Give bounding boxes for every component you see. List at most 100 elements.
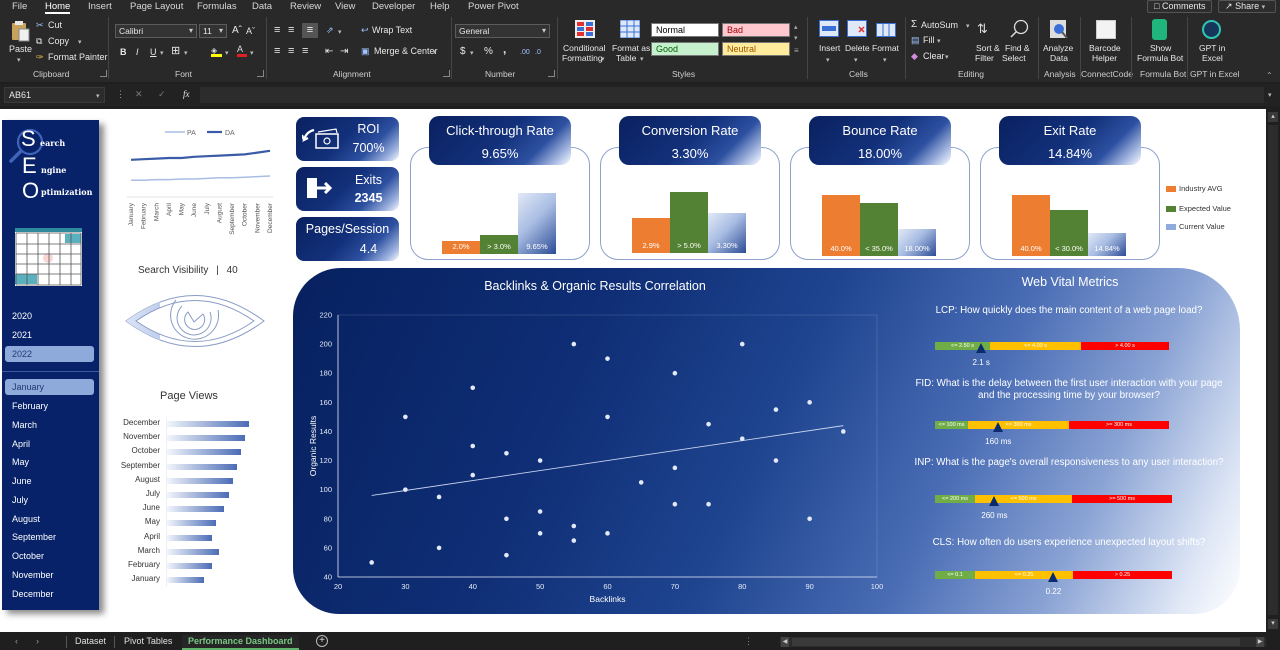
formula-input[interactable] [200,87,1264,103]
delete-cells-button[interactable]: Delete ▾ [843,19,871,67]
styles-scroll-up-icon[interactable]: ▴ [794,22,798,33]
tab-help[interactable]: Help [430,1,450,12]
horizontal-scroll-thumb[interactable] [792,638,1240,646]
align-middle-icon[interactable]: ≡ [288,25,294,36]
bold-button[interactable]: B [120,47,127,58]
tab-insert[interactable]: Insert [88,1,112,12]
scroll-up-icon[interactable]: ▴ [1268,112,1278,122]
collapse-ribbon-icon[interactable]: ⌃ [1266,70,1273,81]
gpt-in-excel-button[interactable]: GPT in Excel [1190,19,1234,67]
tab-view[interactable]: View [335,1,355,12]
year-item-2022[interactable]: 2022 [5,345,94,362]
decrease-indent-icon[interactable]: ⇤ [325,46,333,57]
tab-file[interactable]: File [12,1,27,12]
fill-color-icon[interactable]: ◈ [211,46,222,57]
dialog-launcher-icon[interactable] [443,70,450,77]
format-painter-button[interactable]: ✑ Format Painter [36,52,108,64]
orientation-icon[interactable]: ⇗ [326,25,334,36]
year-item-2020[interactable]: 2020 [5,308,94,324]
name-box[interactable]: AB61 ▾ [4,87,105,103]
currency-button[interactable]: $ [460,46,466,57]
share-icon: ↗ [1225,1,1233,11]
conditional-formatting-button[interactable]: Conditional Formatting ▾ [561,19,609,67]
sheet-tab-dataset[interactable]: Dataset [75,635,106,648]
prev-sheet-icon[interactable]: ‹ [15,635,18,648]
font-size-select[interactable]: 11 ▾ [199,24,227,38]
underline-button[interactable]: U [150,47,157,58]
font-color-icon[interactable]: A [237,45,247,57]
comma-button[interactable]: , [503,43,506,55]
styles-more-icon[interactable]: ≡ [794,45,799,56]
add-sheet-icon[interactable]: + [316,635,328,647]
share-button[interactable]: ↗ Share ▾ [1218,0,1276,13]
year-item-2021[interactable]: 2021 [5,327,94,343]
align-bottom-icon[interactable]: ≡ [302,23,318,38]
insert-cells-button[interactable]: Insert ▾ [815,19,843,67]
tab-split-handle[interactable]: ⋮ [744,635,753,648]
clear-button[interactable]: ◆ Clear ▾ [911,51,951,63]
increase-font-size-icon[interactable]: Aˆ [232,25,242,36]
italic-button[interactable]: I [136,47,139,58]
format-cells-button[interactable]: Format ▾ [871,19,901,67]
horizontal-scrollbar[interactable]: ◀ ▶ [780,637,1266,647]
copy-button[interactable]: ⧉ Copy ▾ [36,36,86,48]
month-item-february[interactable]: February [5,398,94,414]
cancel-icon[interactable]: ✕ [135,89,143,100]
tab-developer[interactable]: Developer [372,1,415,12]
merge-center-button[interactable]: ▣ Merge & Center ▾ [361,46,443,58]
format-as-table-button[interactable]: Format as Table ▾ [611,19,650,67]
decrease-decimal-icon[interactable]: .0 [535,47,541,58]
dialog-launcher-icon[interactable] [257,70,264,77]
insert-function-button[interactable]: fx [183,89,190,100]
paste-button[interactable]: Paste ▾ [6,18,34,66]
sheet-tab-pivot-tables[interactable]: Pivot Tables [124,635,172,648]
decrease-font-size-icon[interactable]: Aˇ [246,26,255,37]
fill-button[interactable]: ▤ Fill ▾ [911,35,946,47]
dialog-launcher-icon[interactable] [548,70,555,77]
style-normal[interactable]: Normal [651,23,719,37]
comments-button[interactable]: □ Comments [1147,0,1213,13]
find-select-button[interactable]: Find & Select [1002,19,1034,67]
wrap-text-button[interactable]: ↩ Wrap Text [361,25,416,37]
styles-scroll-down-icon[interactable]: ▾ [794,33,798,44]
increase-decimal-icon[interactable]: .00 [520,47,530,58]
y-tick-label: 180 [319,369,332,378]
tab-formulas[interactable]: Formulas [197,1,237,12]
sheet-tab-performance-dashboard[interactable]: Performance Dashboard [182,635,299,650]
number-format-select[interactable]: General ▾ [455,24,550,38]
scroll-left-icon[interactable]: ◀ [781,637,789,647]
tab-page-layout[interactable]: Page Layout [130,1,183,12]
align-right-icon[interactable]: ≡ [302,46,308,57]
tab-review[interactable]: Review [290,1,321,12]
align-top-icon[interactable]: ≡ [274,25,280,36]
vertical-scroll-thumb[interactable] [1268,125,1278,615]
expand-formula-bar-icon[interactable]: ▾ [1268,90,1272,101]
vertical-scrollbar[interactable]: ▴ ▾ [1266,109,1280,632]
tab-data[interactable]: Data [252,1,272,12]
style-neutral[interactable]: Neutral [722,42,790,56]
analyze-data-button[interactable]: Analyze Data [1041,19,1077,67]
sort-filter-button[interactable]: ⇅ Sort & Filter [973,19,1003,67]
enter-icon[interactable]: ✓ [158,89,166,100]
dialog-launcher-icon[interactable] [100,70,107,77]
align-center-icon[interactable]: ≡ [288,46,294,57]
increase-indent-icon[interactable]: ⇥ [340,46,348,57]
barcode-helper-button[interactable]: Barcode Helper [1084,19,1128,67]
autosum-button[interactable]: Σ AutoSum ▾ [911,19,973,31]
borders-icon[interactable]: ⊞ [171,46,180,57]
more-options-icon[interactable]: ⋮ [116,89,125,100]
tab-power-pivot[interactable]: Power Pivot [468,1,519,12]
month-item-january[interactable]: January [5,379,94,396]
scroll-down-icon[interactable]: ▾ [1268,619,1278,629]
percent-button[interactable]: % [484,46,493,57]
scroll-right-icon[interactable]: ▶ [1256,637,1264,647]
font-name-select[interactable]: Calibri ▾ [115,24,197,38]
next-sheet-icon[interactable]: › [36,635,39,648]
align-left-icon[interactable]: ≡ [274,46,280,57]
show-formula-bot-button[interactable]: Show Formula Bot [1135,19,1185,67]
tab-home[interactable]: Home [45,1,71,14]
style-good[interactable]: Good [651,42,719,56]
trendline [371,425,844,496]
cut-button[interactable]: ✂ Cut [36,20,76,32]
style-bad[interactable]: Bad [722,23,790,37]
